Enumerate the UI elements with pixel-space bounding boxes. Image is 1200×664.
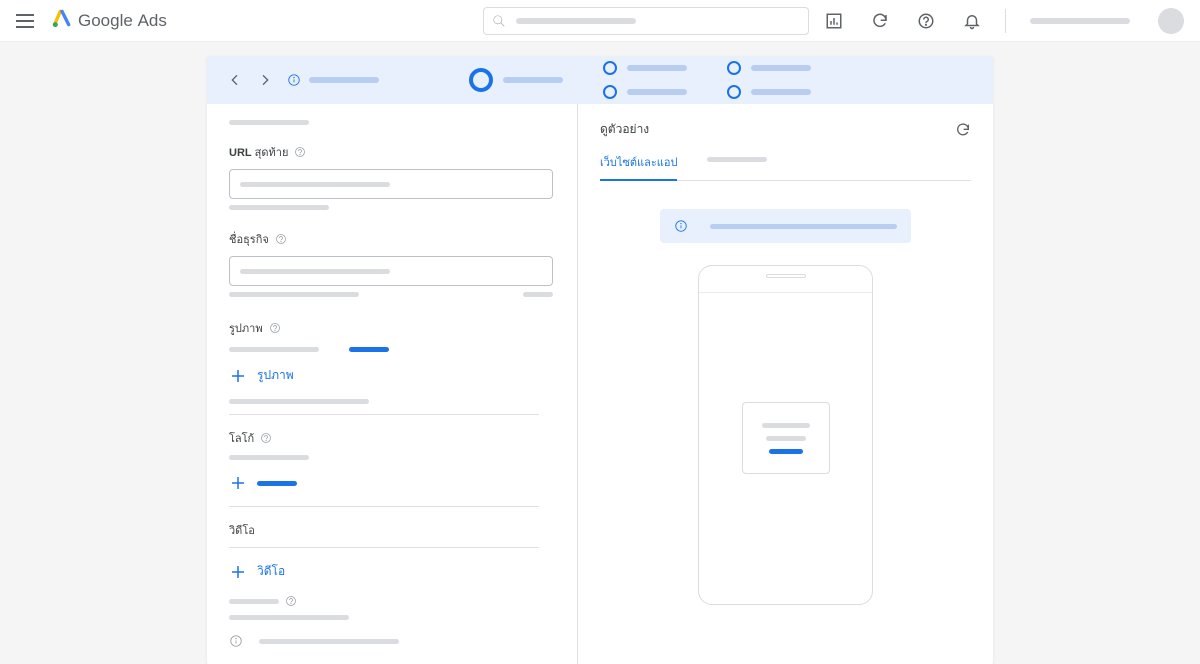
reports-icon[interactable]: [825, 12, 843, 30]
step-5[interactable]: [727, 85, 811, 99]
plus-icon: [229, 367, 247, 385]
step-3[interactable]: [603, 85, 687, 99]
helper-text: [229, 399, 369, 404]
form-column: URL สุดท้าย ชื่อธุรกิจ รูปภาพ: [207, 104, 577, 664]
separator: [229, 414, 539, 415]
step-label: [627, 89, 687, 95]
divider: [1005, 9, 1006, 33]
help-icon[interactable]: [260, 432, 272, 444]
help-icon[interactable]: [917, 12, 935, 30]
avatar[interactable]: [1158, 8, 1184, 34]
phone-statusbar: [699, 292, 872, 293]
info-banner: [660, 209, 911, 243]
separator: [229, 547, 539, 548]
forward-button[interactable]: [257, 72, 273, 88]
search-icon: [492, 14, 506, 28]
logo-text: Google Ads: [78, 11, 167, 31]
refresh-icon[interactable]: [871, 12, 889, 30]
placeholder-text: [229, 347, 319, 352]
phone-preview: [698, 265, 873, 605]
banner-text: [710, 224, 897, 229]
search-input[interactable]: [483, 7, 809, 35]
help-icon[interactable]: [285, 595, 297, 607]
account-label: [1030, 18, 1130, 24]
notifications-icon[interactable]: [963, 12, 981, 30]
plus-icon: [229, 474, 247, 492]
step-label: [503, 77, 563, 83]
preview-title: ดูตัวอย่าง: [600, 120, 649, 139]
step-current[interactable]: [469, 68, 563, 92]
info-icon: [287, 73, 301, 87]
tab-websites-apps[interactable]: เว็บไซต์และแอป: [600, 153, 677, 181]
tab-placeholder[interactable]: [707, 157, 767, 162]
info-row: [229, 634, 555, 648]
logos-label: โลโก้: [229, 429, 555, 447]
card-line: [762, 423, 810, 428]
help-icon[interactable]: [275, 233, 287, 245]
phone-ad-card: [742, 402, 830, 474]
card-line: [766, 436, 806, 441]
info-text: [259, 639, 399, 644]
content: URL สุดท้าย ชื่อธุรกิจ รูปภาพ: [207, 104, 993, 664]
info-icon: [229, 634, 243, 648]
add-logos-button[interactable]: [229, 474, 555, 492]
hamburger-menu-icon[interactable]: [16, 14, 34, 28]
business-name-input[interactable]: [229, 256, 553, 286]
helper-text: [229, 292, 359, 297]
campaign-panel: URL สุดท้าย ชื่อธุรกิจ รูปภาพ: [207, 56, 993, 664]
stepper-title: [309, 77, 379, 83]
link[interactable]: [349, 347, 389, 352]
step-4[interactable]: [727, 61, 811, 75]
preview-column: ดูตัวอย่าง เว็บไซต์และแอป: [577, 104, 993, 664]
add-videos-button[interactable]: วิดีโอ: [229, 562, 555, 581]
refresh-preview-icon[interactable]: [955, 122, 971, 138]
section-heading: [229, 120, 309, 125]
char-count: [523, 292, 553, 297]
videos-label: วิดีโอ: [229, 521, 555, 539]
info-icon: [674, 219, 688, 233]
stepper-bar: [207, 56, 993, 104]
search-wrap: [483, 7, 809, 35]
step-circle-icon: [603, 61, 617, 75]
step-circle-icon: [727, 61, 741, 75]
logo-mark-icon: [52, 8, 72, 33]
steps: [469, 61, 811, 99]
help-icon[interactable]: [294, 146, 306, 158]
step-circle-icon: [603, 85, 617, 99]
back-button[interactable]: [227, 72, 243, 88]
logo: Google Ads: [52, 8, 167, 33]
field-label: [229, 595, 555, 607]
plus-icon: [229, 563, 247, 581]
app-header: Google Ads: [0, 0, 1200, 42]
placeholder-text: [229, 455, 309, 460]
help-icon[interactable]: [269, 322, 281, 334]
header-actions: [825, 8, 1184, 34]
step-label: [751, 89, 811, 95]
placeholder-text: [229, 615, 349, 620]
separator: [229, 506, 539, 507]
images-label: รูปภาพ: [229, 319, 555, 337]
step-label: [751, 65, 811, 71]
step-circle-icon: [727, 85, 741, 99]
phone-notch: [766, 274, 806, 278]
step-label: [627, 65, 687, 71]
final-url-input[interactable]: [229, 169, 553, 199]
preview-tabs: เว็บไซต์และแอป: [600, 153, 971, 181]
step-circle-icon: [469, 68, 493, 92]
step-2[interactable]: [603, 61, 687, 75]
search-placeholder: [516, 18, 636, 24]
card-cta: [769, 449, 803, 454]
business-name-label: ชื่อธุรกิจ: [229, 230, 555, 248]
add-images-button[interactable]: รูปภาพ: [229, 366, 555, 385]
final-url-label: URL สุดท้าย: [229, 143, 555, 161]
add-logos-label: [257, 481, 297, 486]
